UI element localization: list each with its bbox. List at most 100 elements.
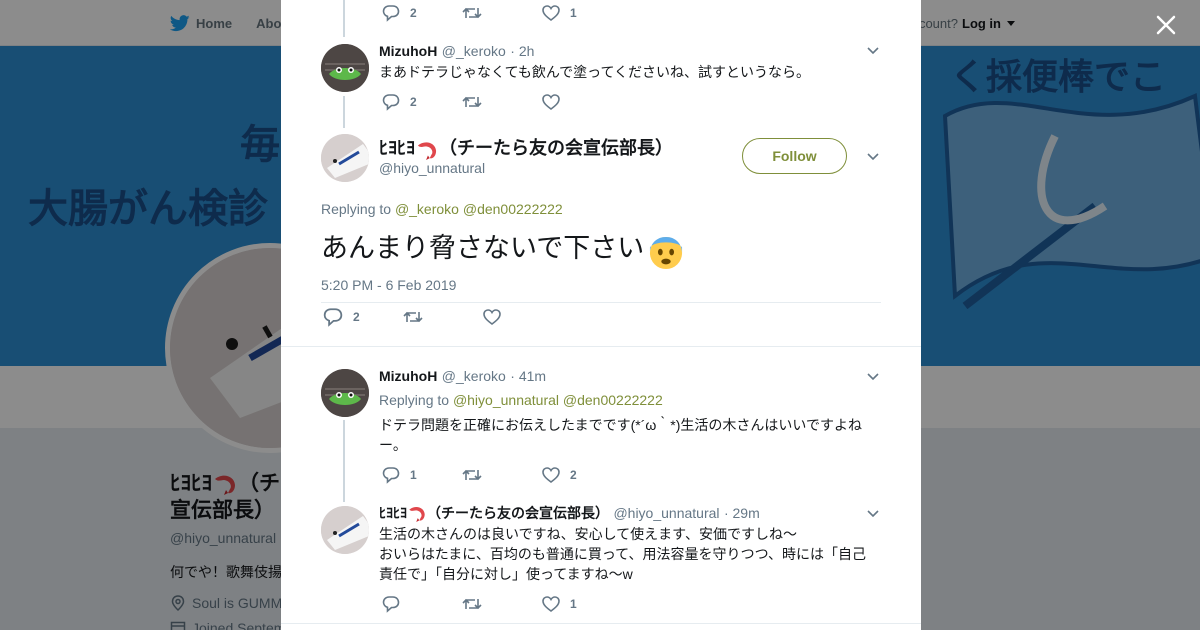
divider [281,346,921,347]
train-icon [321,134,369,182]
user-name-suffix[interactable]: （チーたら友の会宣伝部長） [427,505,609,521]
tweet-actions: 2 [382,92,622,112]
mention-link[interactable]: @den00222222 [463,201,563,217]
reply-count: 1 [410,468,417,482]
reply-icon [382,467,400,484]
retweet-icon [462,469,482,481]
tweet-header: MizuhoH @_keroko · 41m [379,368,546,386]
shrimp-icon [417,142,437,160]
tweet-text-line: ドテラ問題を正確にお伝えしたまでです(*´ω｀*)生活の木さんはいいですよね [379,417,862,433]
shrimp-icon [409,507,425,523]
tweet-header: MizuhoH @_keroko · 2h [379,43,534,61]
retweet-icon [462,96,482,108]
retweet-button[interactable] [403,309,483,325]
main-author-name: ﾋﾖﾋﾖ [379,138,415,158]
user-handle[interactable]: @_keroko [442,43,506,59]
heart-icon [483,309,501,325]
replying-to-label: Replying to [321,201,392,217]
tweet-text: まあドテラじゃなくても飲んで塗ってくださいね、試すというなら。 [379,64,811,80]
retweet-icon [403,311,423,323]
user-name[interactable]: MizuhoH [379,368,437,384]
avatar[interactable] [321,369,369,417]
heart-icon [542,596,560,612]
heart-icon [542,467,560,483]
like-button[interactable]: 2 [542,467,622,483]
tweet-time[interactable]: · 41m [510,368,546,384]
retweet-icon [462,7,482,19]
replying-to: Replying to @_keroko @den00222222 [321,201,563,217]
reply-count: 2 [410,6,417,20]
like-button[interactable] [483,309,563,325]
reply-icon [382,5,400,22]
reply-button[interactable]: 2 [382,93,462,111]
tweet-header: ﾋﾖﾋﾖ （チーたら友の会宣伝部長） @hiyo_unnatural · 29m [379,503,760,523]
like-count: 1 [570,597,577,611]
thread-line [343,96,345,128]
retweet-button[interactable] [462,596,542,612]
user-handle[interactable]: @_keroko [442,368,506,384]
tweet-modal: 2 1 MizuhoH @_keroko · 2h まあドテラじゃなくても飲んで… [281,0,921,630]
main-author-handle[interactable]: @hiyo_unnatural [379,160,485,176]
reply-count: 2 [410,95,417,109]
reply-button[interactable]: 1 [382,466,462,484]
reply-icon [382,94,400,111]
divider [321,302,881,303]
heart-icon [542,5,560,21]
mention-link[interactable]: @den00222222 [563,392,663,408]
like-count: 2 [570,468,577,482]
thread-line [343,420,345,502]
train-icon [321,506,369,554]
reply-icon [382,596,400,613]
main-tweet-text: あんまり脅さないで下さい [321,226,683,270]
tweet-text: 生活の木さんのは良いですね、安心して使えます、安価ですしね〜 おいらはたまに、百… [379,524,889,584]
chevron-down-icon[interactable] [865,369,881,385]
retweet-icon [462,598,482,610]
main-tweet-author[interactable]: ﾋﾖﾋﾖ （チーたら友の会宣伝部長） [379,134,673,160]
like-button[interactable]: 1 [542,5,622,21]
user-handle[interactable]: @hiyo_unnatural [613,505,719,521]
user-name[interactable]: ﾋﾖﾋﾖ [379,505,407,521]
main-author-name-suffix: （チーたら友の会宣伝部長） [439,138,673,158]
replying-to-label: Replying to [379,392,450,408]
reply-button[interactable]: 2 [382,4,462,22]
mention-link[interactable]: @_keroko [395,201,459,217]
frog-icon [321,369,369,417]
tweet-time[interactable]: · 29m [724,505,760,521]
tweet-text: ドテラ問題を正確にお伝えしたまでです(*´ω｀*)生活の木さんはいいですよね ー… [379,415,879,455]
chevron-down-icon[interactable] [865,149,881,165]
reply-button[interactable]: 2 [323,307,403,327]
user-name[interactable]: MizuhoH [379,43,437,59]
avatar[interactable] [321,134,369,182]
chevron-down-icon[interactable] [865,43,881,59]
retweet-button[interactable] [462,94,542,110]
tweet-date[interactable]: 5:20 PM - 6 Feb 2019 [321,277,456,293]
tweet-text-line: 責任で」「自分に対し」使ってますね〜w [379,566,633,582]
reply-count: 2 [353,310,360,324]
like-button[interactable] [542,94,622,110]
tweet-actions: 1 [382,594,622,614]
avatar[interactable] [321,44,369,92]
close-icon[interactable] [1154,13,1178,37]
reply-icon [323,308,343,327]
retweet-button[interactable] [462,5,542,21]
retweet-button[interactable] [462,467,542,483]
avatar[interactable] [321,506,369,554]
tweet-time[interactable]: · 2h [510,43,534,59]
thread-line [343,0,345,37]
follow-button[interactable]: Follow [742,138,847,174]
main-tweet-text-content: あんまり脅さないで下さい [321,233,645,264]
frog-icon [321,44,369,92]
reply-button[interactable] [382,595,462,613]
chevron-down-icon[interactable] [865,506,881,522]
divider [281,623,921,624]
main-tweet-actions: 2 [323,307,563,327]
mention-link[interactable]: @hiyo_unnatural [453,392,559,408]
tweet-text-line: おいらはたまに、百均のも普通に買って、用法容量を守りつつ、時には「自己 [379,546,867,562]
tweet-text-line: ー。 [379,437,407,453]
anxious-face-emoji-icon [649,236,682,269]
tweet-text-line: 生活の木さんのは良いですね、安心して使えます、安価ですしね〜 [379,526,798,542]
like-button[interactable]: 1 [542,596,622,612]
heart-icon [542,94,560,110]
like-count: 1 [570,6,577,20]
replying-to: Replying to @hiyo_unnatural @den00222222 [379,392,663,408]
